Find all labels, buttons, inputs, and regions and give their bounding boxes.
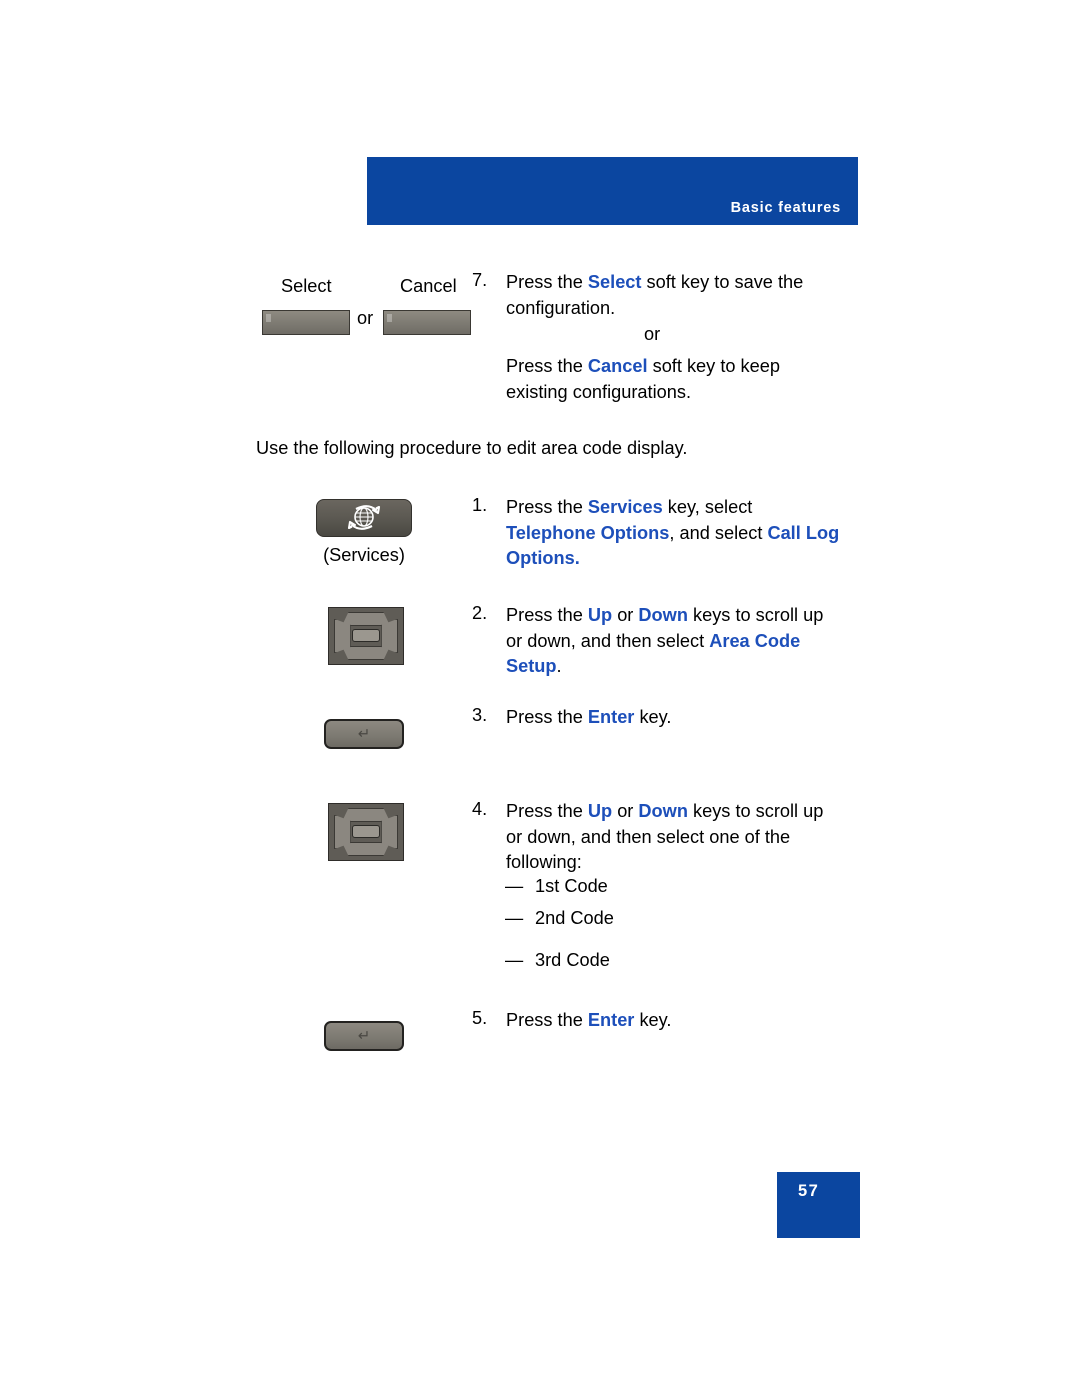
enter-key-button[interactable]: ↵ — [324, 719, 404, 749]
step-1-prefix: Press the — [506, 497, 588, 517]
step-3-keyword-enter: Enter — [587, 707, 635, 727]
step-7-keyword-select: Select — [587, 272, 642, 292]
code-option-label: 1st Code — [535, 876, 608, 896]
step-4-prefix: Press the — [506, 801, 588, 821]
step-4-keyword-down: Down — [638, 801, 688, 821]
em-dash-bullet: — — [505, 876, 524, 896]
list-item: — 3rd Code — [505, 948, 805, 980]
step-2-keyword-up: Up — [587, 605, 613, 625]
step-4-text: Press the Up or Down keys to scroll up o… — [506, 799, 842, 876]
step-1-suffix: . — [574, 548, 580, 568]
step-1-mid-2: , and select — [669, 522, 768, 543]
nav-center-button-2[interactable] — [351, 825, 381, 838]
step-7-prefix: Press the — [506, 272, 588, 292]
enter-key-button-2[interactable]: ↵ — [324, 1021, 404, 1051]
list-item: — 2nd Code — [505, 906, 805, 938]
step-3-suffix: key. — [634, 707, 672, 727]
softkey-or-separator: or — [357, 308, 374, 328]
nav-up-segment-2[interactable] — [341, 808, 391, 823]
step-2-keyword-down: Down — [638, 605, 688, 625]
page-number-badge: 57 — [777, 1172, 860, 1238]
list-item: — 1st Code — [505, 874, 805, 906]
step-2-prefix: Press the — [506, 605, 588, 625]
navigation-rocker-icon — [334, 612, 398, 660]
step-1-keyword-services: Services — [587, 497, 663, 517]
step-1-mid-1: key, select — [662, 497, 753, 517]
step-7-keyword-cancel: Cancel — [587, 356, 648, 376]
step-7-alt-prefix: Press the — [506, 356, 588, 376]
step-1-number: 1. — [472, 495, 488, 515]
step-3-prefix: Press the — [506, 707, 588, 727]
enter-return-icon: ↵ — [357, 725, 371, 743]
services-key-caption: (Services) — [323, 545, 405, 565]
step-3-text: Press the Enter key. — [506, 705, 842, 731]
cancel-softkey-label: Cancel — [400, 276, 457, 296]
cancel-softkey-button[interactable] — [383, 310, 471, 335]
em-dash-bullet: — — [505, 950, 524, 970]
step-7-text-primary: Press the Select soft key to save the co… — [506, 270, 842, 321]
softkey-labels-row: Select Cancel — [281, 276, 481, 300]
step-2-text: Press the Up or Down keys to scroll up o… — [506, 603, 842, 680]
navigation-key-button[interactable] — [328, 607, 404, 665]
navigation-key-button-2[interactable] — [328, 803, 404, 861]
page-header-title: Basic features — [730, 200, 841, 216]
step-4-mid-1: or — [612, 801, 639, 821]
code-option-label: 2nd Code — [535, 908, 614, 928]
step-7-or-line: or — [644, 324, 661, 344]
step-5-prefix: Press the — [506, 1010, 588, 1030]
step-5-text: Press the Enter key. — [506, 1008, 842, 1034]
services-key-button[interactable] — [316, 499, 412, 537]
em-dash-bullet: — — [505, 908, 524, 928]
step-7-text-secondary: Press the Cancel soft key to keep existi… — [506, 354, 842, 405]
step-5-keyword-enter: Enter — [587, 1010, 635, 1030]
step-5-suffix: key. — [634, 1010, 672, 1030]
navigation-rocker-icon-2 — [334, 808, 398, 856]
step-1-text: Press the Services key, select Telephone… — [506, 495, 842, 572]
code-option-label: 3rd Code — [535, 950, 610, 970]
step-2-suffix: . — [556, 656, 562, 676]
intro-paragraph: Use the following procedure to edit area… — [256, 438, 688, 458]
step-1-keyword-telephone-options: Telephone Options — [506, 522, 670, 543]
nav-up-segment[interactable] — [341, 612, 391, 627]
step-7-number: 7. — [472, 270, 488, 290]
code-options-list: — 1st Code — 2nd Code — 3rd Code — [505, 874, 805, 980]
nav-down-segment-2[interactable] — [341, 841, 391, 856]
select-softkey-button[interactable] — [262, 310, 350, 335]
globe-arrows-icon — [347, 505, 381, 530]
page-header-banner: Basic features — [367, 157, 858, 225]
step-5-number: 5. — [472, 1008, 488, 1028]
step-2-mid-1: or — [612, 605, 639, 625]
page-number: 57 — [798, 1182, 820, 1200]
select-softkey-label: Select — [281, 276, 332, 296]
step-3-number: 3. — [472, 705, 488, 725]
nav-center-button[interactable] — [351, 629, 381, 642]
step-4-keyword-up: Up — [587, 801, 613, 821]
step-4-number: 4. — [472, 799, 488, 819]
step-2-number: 2. — [472, 603, 488, 623]
enter-return-icon-2: ↵ — [357, 1027, 371, 1045]
nav-down-segment[interactable] — [341, 645, 391, 660]
